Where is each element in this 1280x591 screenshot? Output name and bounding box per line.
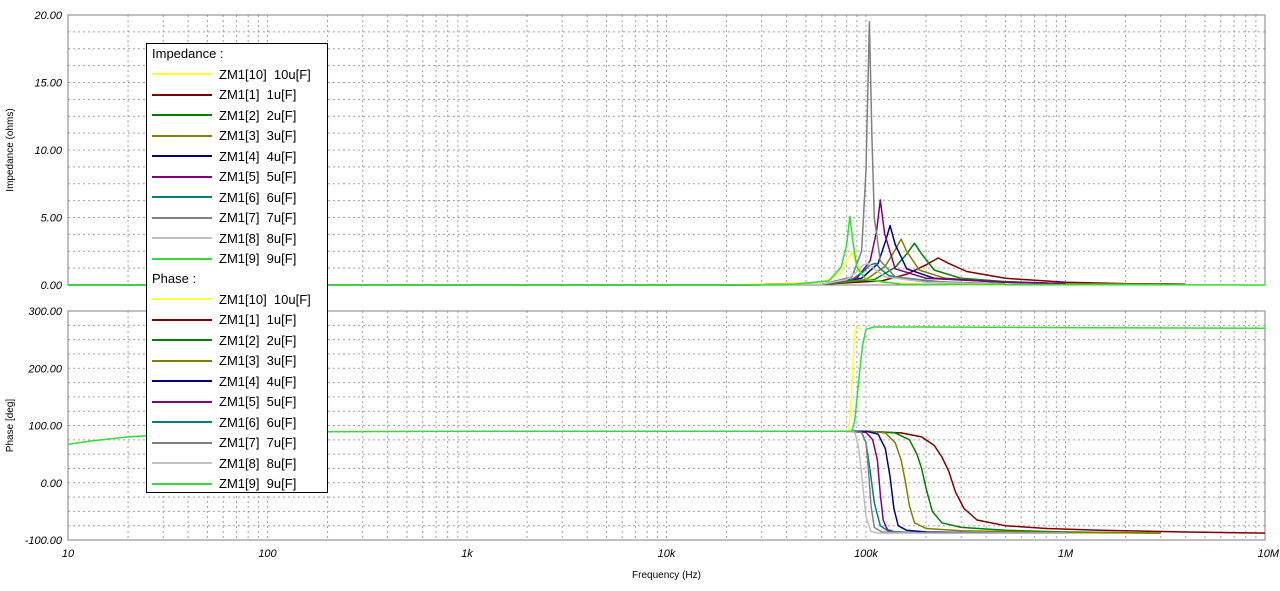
y-axis-label: Phase [deg] bbox=[5, 399, 16, 453]
legend-swatch bbox=[152, 359, 212, 362]
legend-swatch bbox=[152, 298, 212, 301]
legend-label: ZM1[4] 4u[F] bbox=[219, 373, 297, 389]
legend-swatch bbox=[152, 380, 212, 383]
legend-item: ZM1[10] 10u[F] bbox=[147, 64, 327, 85]
legend-swatch bbox=[152, 175, 212, 178]
legend-title: Phase : bbox=[152, 271, 197, 286]
legend-item: ZM1[3] 3u[F] bbox=[147, 351, 327, 372]
x-tick-label: 1k bbox=[461, 548, 473, 560]
legend-swatch bbox=[152, 155, 212, 158]
legend-item: ZM1[7] 7u[F] bbox=[147, 208, 327, 229]
legend-item: ZM1[7] 7u[F] bbox=[147, 433, 327, 454]
legend-item: ZM1[4] 4u[F] bbox=[147, 371, 327, 392]
legend-swatch bbox=[152, 421, 212, 424]
legend-item: ZM1[5] 5u[F] bbox=[147, 167, 327, 188]
legend-label: ZM1[8] 8u[F] bbox=[219, 455, 297, 471]
legend-swatch bbox=[152, 114, 212, 117]
y-tick-label: 20.00 bbox=[33, 10, 62, 22]
legend-item: ZM1[6] 6u[F] bbox=[147, 187, 327, 208]
legend-label: ZM1[5] 5u[F] bbox=[219, 394, 297, 410]
legend-item: ZM1[1] 1u[F] bbox=[147, 310, 327, 331]
legend-item: ZM1[3] 3u[F] bbox=[147, 126, 327, 147]
y-tick-label: 15.00 bbox=[34, 78, 62, 90]
x-tick-label: 10M bbox=[1258, 548, 1280, 560]
legend-title: Impedance : bbox=[152, 46, 224, 61]
y-tick-label: 0.00 bbox=[41, 280, 63, 292]
series-line bbox=[786, 327, 862, 432]
legend-label: ZM1[8] 8u[F] bbox=[219, 230, 297, 246]
y-tick-label: 200.00 bbox=[27, 363, 63, 375]
series-line bbox=[846, 430, 1161, 534]
legend-swatch bbox=[152, 462, 212, 465]
y-tick-label: 5.00 bbox=[41, 213, 63, 225]
y-axis-label: Impedance (ohms) bbox=[5, 108, 16, 191]
legend-swatch bbox=[152, 318, 212, 321]
legend-item: ZM1[6] 6u[F] bbox=[147, 412, 327, 433]
legend-label: ZM1[6] 6u[F] bbox=[219, 189, 297, 205]
legend-item: ZM1[9] 9u[F] bbox=[147, 249, 327, 270]
legend-item: ZM1[8] 8u[F] bbox=[147, 228, 327, 249]
legend-swatch bbox=[152, 93, 212, 96]
legend-swatch bbox=[152, 216, 212, 219]
legend-item: ZM1[1] 1u[F] bbox=[147, 85, 327, 106]
legend: Impedance : ZM1[10] 10u[F] ZM1[1] 1u[F] ZM1… bbox=[146, 43, 328, 493]
x-tick-label: 10k bbox=[658, 548, 676, 560]
legend-label: ZM1[9] 9u[F] bbox=[219, 476, 297, 492]
legend-swatch bbox=[152, 257, 212, 260]
legend-label: ZM1[10] 10u[F] bbox=[219, 291, 311, 307]
legend-swatch bbox=[152, 339, 212, 342]
legend-item: ZM1[2] 2u[F] bbox=[147, 105, 327, 126]
legend-item: ZM1[2] 2u[F] bbox=[147, 330, 327, 351]
legend-label: ZM1[6] 6u[F] bbox=[219, 414, 297, 430]
legend-label: ZM1[4] 4u[F] bbox=[219, 148, 297, 164]
legend-swatch bbox=[152, 237, 212, 240]
legend-swatch bbox=[152, 400, 212, 403]
series-line bbox=[846, 430, 1161, 534]
legend-swatch bbox=[152, 441, 212, 444]
legend-label: ZM1[1] 1u[F] bbox=[219, 87, 297, 103]
legend-item: ZM1[5] 5u[F] bbox=[147, 392, 327, 413]
legend-label: ZM1[10] 10u[F] bbox=[219, 66, 311, 82]
series-line bbox=[846, 430, 1266, 534]
legend-swatch bbox=[152, 482, 212, 485]
y-tick-label: 300.00 bbox=[28, 306, 63, 318]
x-tick-label: 100 bbox=[258, 548, 277, 560]
legend-label: ZM1[2] 2u[F] bbox=[219, 107, 297, 123]
legend-swatch bbox=[152, 196, 212, 199]
y-tick-label: 10.00 bbox=[34, 145, 62, 157]
legend-label: ZM1[3] 3u[F] bbox=[219, 128, 297, 144]
x-tick-label: 1M bbox=[1058, 548, 1074, 560]
legend-label: ZM1[2] 2u[F] bbox=[219, 332, 297, 348]
y-tick-label: -100.00 bbox=[25, 535, 63, 547]
x-tick-label: 100k bbox=[854, 548, 878, 560]
legend-label: ZM1[1] 1u[F] bbox=[219, 312, 297, 328]
legend-item: ZM1[10] 10u[F] bbox=[147, 289, 327, 310]
x-tick-label: 10 bbox=[62, 548, 75, 560]
y-tick-label: 100.00 bbox=[28, 421, 63, 433]
x-axis-label: Frequency (Hz) bbox=[632, 570, 701, 581]
y-tick-label: 0.00 bbox=[41, 478, 63, 490]
legend-label: ZM1[9] 9u[F] bbox=[219, 251, 297, 267]
legend-label: ZM1[7] 7u[F] bbox=[219, 210, 297, 226]
legend-item: ZM1[4] 4u[F] bbox=[147, 146, 327, 167]
legend-label: ZM1[7] 7u[F] bbox=[219, 435, 297, 451]
legend-item: ZM1[8] 8u[F] bbox=[147, 453, 327, 474]
legend-label: ZM1[5] 5u[F] bbox=[219, 169, 297, 185]
legend-swatch bbox=[152, 73, 212, 76]
legend-item: ZM1[9] 9u[F] bbox=[147, 474, 327, 495]
legend-swatch bbox=[152, 134, 212, 137]
legend-label: ZM1[3] 3u[F] bbox=[219, 353, 297, 369]
